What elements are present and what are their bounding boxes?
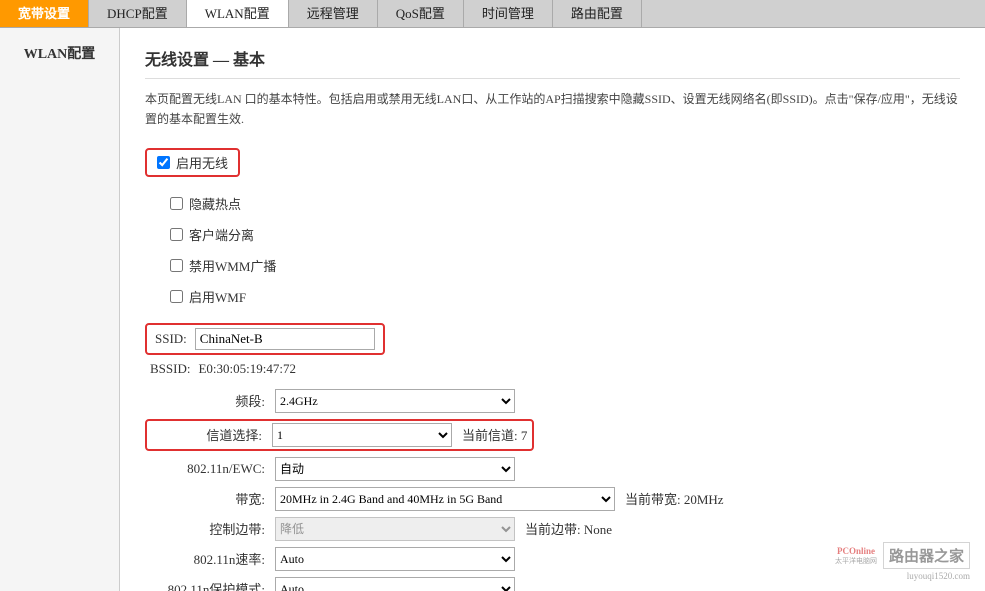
sidebar-title: WLAN配置 [10,43,109,63]
bandwidth-current: 当前带宽: 20MHz [625,489,724,508]
content-area: 无线设置 — 基本 本页配置无线LAN 口的基本特性。包括启用或禁用无线LAN口… [120,28,985,591]
watermark-site1: PCOnline [835,546,877,556]
nav-item-wlan[interactable]: WLAN配置 [187,0,289,27]
channel-label: 信道选择: [152,425,272,444]
sideband-current: 当前边带: None [525,519,612,538]
nav-item-broadband[interactable]: 宽带设置 [0,0,89,27]
wmf-checkbox[interactable] [170,290,183,303]
ewc-row: 802.11n/EWC: 自动 手动 [145,457,960,481]
client-isolation-label: 客户端分离 [189,225,254,244]
enable-wireless-checkbox[interactable] [157,156,170,169]
wmm-checkbox[interactable] [170,259,183,272]
ewc-label: 802.11n/EWC: [145,461,275,477]
frequency-row: 频段: 2.4GHz 5GHz [145,389,960,413]
hide-hotspot-label: 隐藏热点 [189,194,241,213]
watermark-site2: luyouqi1520.com [835,571,970,581]
ssid-input[interactable] [195,328,375,350]
enable-wireless-checkbox-row[interactable]: 启用无线 [145,148,240,177]
channel-select[interactable]: 1234 5678 910111213 [272,423,452,447]
client-isolation-checkbox[interactable] [170,228,183,241]
main-layout: WLAN配置 无线设置 — 基本 本页配置无线LAN 口的基本特性。包括启用或禁… [0,28,985,591]
hide-hotspot-checkbox[interactable] [170,197,183,210]
channel-current: 当前信道: 7 [462,425,527,444]
wmf-label: 启用WMF [189,287,246,306]
ssid-label: SSID: [155,331,187,347]
top-nav: 宽带设置 DHCP配置 WLAN配置 远程管理 QoS配置 时间管理 路由配置 [0,0,985,28]
ewc-select[interactable]: 自动 手动 [275,457,515,481]
client-isolation-row: 客户端分离 [165,222,960,247]
channel-row: 信道选择: 1234 5678 910111213 当前信道: 7 [145,419,960,451]
bssid-value: E0:30:05:19:47:72 [198,361,296,377]
ssid-row: SSID: [145,323,385,355]
wmf-row: 启用WMF [165,284,960,309]
hide-hotspot-row: 隐藏热点 [165,191,960,216]
bandwidth-select[interactable]: 20MHz in 2.4G Band and 40MHz in 5G Band … [275,487,615,511]
bssid-label: BSSID: [150,361,190,377]
page-title: 无线设置 — 基本 [145,46,960,79]
sideband-label: 控制边带: [145,519,275,538]
watermark-slogan: 太平洋电脑网 [835,556,877,566]
watermark-logo: 路由器之家 [883,542,970,569]
frequency-select[interactable]: 2.4GHz 5GHz [275,389,515,413]
watermark: PCOnline 太平洋电脑网 路由器之家 luyouqi1520.com [835,542,970,581]
sideband-select[interactable]: 降低 升高 [275,517,515,541]
sideband-row: 控制边带: 降低 升高 当前边带: None [145,517,960,541]
n-rate-select[interactable]: Auto [275,547,515,571]
bandwidth-row: 带宽: 20MHz in 2.4G Band and 40MHz in 5G B… [145,487,960,511]
frequency-label: 频段: [145,391,275,410]
protection-label: 802.11n保护模式: [145,579,275,591]
wmm-label: 禁用WMM广播 [189,256,276,275]
enable-wireless-label: 启用无线 [176,153,228,172]
wmm-row: 禁用WMM广播 [165,253,960,278]
nav-item-remote[interactable]: 远程管理 [289,0,378,27]
nav-item-qos[interactable]: QoS配置 [378,0,464,27]
nav-item-route[interactable]: 路由配置 [553,0,642,27]
nav-item-time[interactable]: 时间管理 [464,0,553,27]
nav-item-dhcp[interactable]: DHCP配置 [89,0,187,27]
n-rate-label: 802.11n速率: [145,549,275,568]
page-description: 本页配置无线LAN 口的基本特性。包括启用或禁用无线LAN口、从工作站的AP扫描… [145,89,960,130]
bandwidth-label: 带宽: [145,489,275,508]
protection-select[interactable]: Auto [275,577,515,591]
sidebar: WLAN配置 [0,28,120,591]
